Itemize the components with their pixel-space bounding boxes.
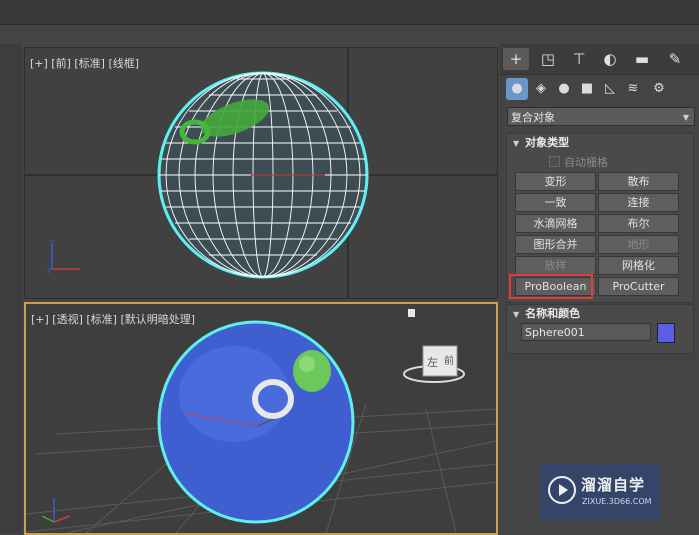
main-toolbar [0,0,699,25]
watermark-text: 溜溜自学 [581,476,646,494]
object-type-header[interactable]: ▼ 对象类型 [507,134,693,152]
lights-icon[interactable]: ● [553,78,575,100]
create-icon[interactable]: + [503,48,529,70]
front-viewport[interactable]: [+] [前] [标准] [线框] z y [24,47,498,299]
name-color-title: 名称和颜色 [525,307,581,320]
axis-gizmo: z y [47,238,80,274]
object-color-swatch[interactable] [657,323,675,343]
blobmesh-button[interactable]: 水滴网格 [515,214,596,233]
command-panel: + ◳ ⊤ ◐ ▬ ✎ ● ◈ ● ■ ◺ ≋ ⚙ 复合对象 ▼ ▼ 对象类型 自… [500,44,699,533]
svg-text:前: 前 [444,354,454,367]
secondary-toolbar [0,25,699,44]
left-viewport-strip [0,44,22,533]
name-color-header[interactable]: ▼ 名称和颜色 [507,305,693,323]
checkbox-box [549,156,560,167]
autogrid-label: 自动栅格 [564,156,608,169]
cameras-icon[interactable]: ■ [576,78,598,100]
perspective-viewport[interactable]: [+] [透视] [标准] [默认明暗处理] 左 前 [24,302,498,535]
mesher-button[interactable]: 网格化 [598,256,679,275]
hierarchy-icon[interactable]: ⊤ [566,48,592,70]
boolean-button[interactable]: 布尔 [598,214,679,233]
shapemerge-button[interactable]: 图形合并 [515,235,596,254]
watermark: 溜溜自学 ZIXUE.3D66.COM [540,464,660,520]
name-color-rollout: ▼ 名称和颜色 Sphere001 [506,304,694,354]
utilities-icon[interactable]: ✎ [662,48,688,70]
modify-icon[interactable]: ◳ [535,48,561,70]
terrain-button: 地形 [598,235,679,254]
shapes-icon[interactable]: ◈ [530,78,552,100]
viewcube[interactable]: 左 前 [403,345,465,383]
procutter-button[interactable]: ProCutter [598,277,679,296]
svg-text:y: y [47,265,52,274]
motion-icon[interactable]: ◐ [597,48,623,70]
helpers-icon[interactable]: ◺ [599,78,621,100]
watermark-url: ZIXUE.3D66.COM [582,497,652,506]
home-icon[interactable] [408,309,415,317]
proboolean-highlight [509,274,593,299]
object-categories: ● ◈ ● ■ ◺ ≋ ⚙ [500,75,699,103]
morph-button[interactable]: 变形 [515,172,596,191]
scatter-button[interactable]: 散布 [598,172,679,191]
autogrid-checkbox[interactable]: 自动栅格 [549,154,608,170]
collapse-triangle-icon: ▼ [513,310,520,319]
conform-button[interactable]: 一致 [515,193,596,212]
dropdown-value: 复合对象 [511,111,555,124]
systems-icon[interactable]: ⚙ [648,78,670,100]
object-type-dropdown[interactable]: 复合对象 ▼ [507,107,695,126]
collapse-triangle-icon: ▼ [513,139,520,148]
display-icon[interactable]: ▬ [629,48,655,70]
green-blob[interactable] [293,350,331,392]
front-viewport-scene: z y [25,48,497,298]
svg-text:z: z [50,238,54,247]
blue-sphere[interactable] [157,320,355,524]
play-logo-icon [548,476,576,504]
object-type-title: 对象类型 [525,136,570,149]
geometry-icon[interactable]: ● [506,78,528,100]
command-panel-tabs: + ◳ ⊤ ◐ ▬ ✎ [500,44,699,75]
svg-text:左: 左 [427,356,438,369]
loft-button: 放样 [515,256,596,275]
connect-button[interactable]: 连接 [598,193,679,212]
spacewarps-icon[interactable]: ≋ [622,78,644,100]
perspective-viewport-scene: 左 前 [26,309,496,533]
chevron-down-icon: ▼ [682,113,689,122]
object-name-field[interactable]: Sphere001 [521,323,651,341]
